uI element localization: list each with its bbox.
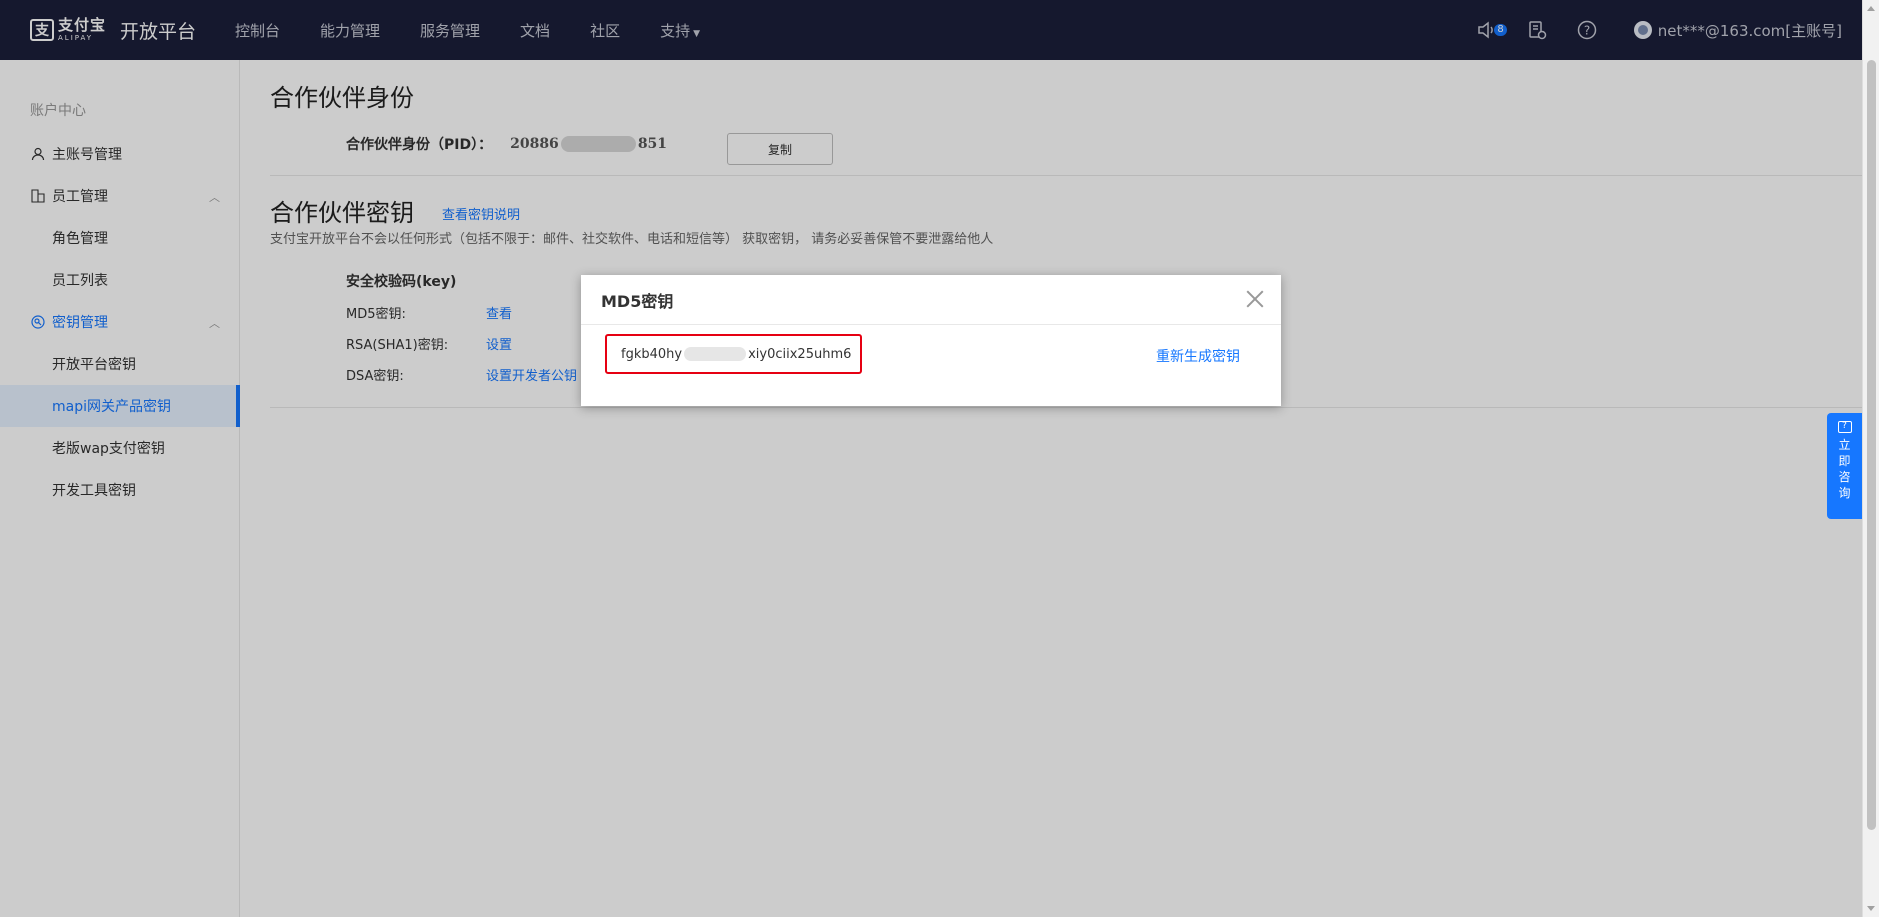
modal-title: MD5密钥	[581, 275, 1281, 325]
md5-key-suffix: xiy0ciix25uhm6	[748, 346, 852, 362]
scroll-up-arrow-icon[interactable]	[1867, 6, 1875, 11]
page-scrollbar[interactable]	[1862, 0, 1879, 917]
regenerate-key-link[interactable]: 重新生成密钥	[1156, 346, 1240, 366]
md5-key-value-box: fgkb40hy xiy0ciix25uhm6	[605, 334, 862, 374]
scroll-down-arrow-icon[interactable]	[1867, 906, 1875, 911]
md5-key-prefix: fgkb40hy	[621, 346, 683, 362]
consult-now-button[interactable]: ? 立即咨询	[1827, 413, 1862, 519]
consult-label: 立即咨询	[1838, 438, 1851, 500]
modal-overlay[interactable]	[0, 0, 1862, 917]
scroll-thumb[interactable]	[1867, 60, 1876, 830]
question-chat-icon: ?	[1837, 421, 1852, 433]
close-icon[interactable]	[1243, 287, 1267, 311]
md5-key-modal: MD5密钥 fgkb40hy xiy0ciix25uhm6 重新生成密钥	[581, 275, 1281, 406]
redaction-blur	[684, 347, 747, 361]
